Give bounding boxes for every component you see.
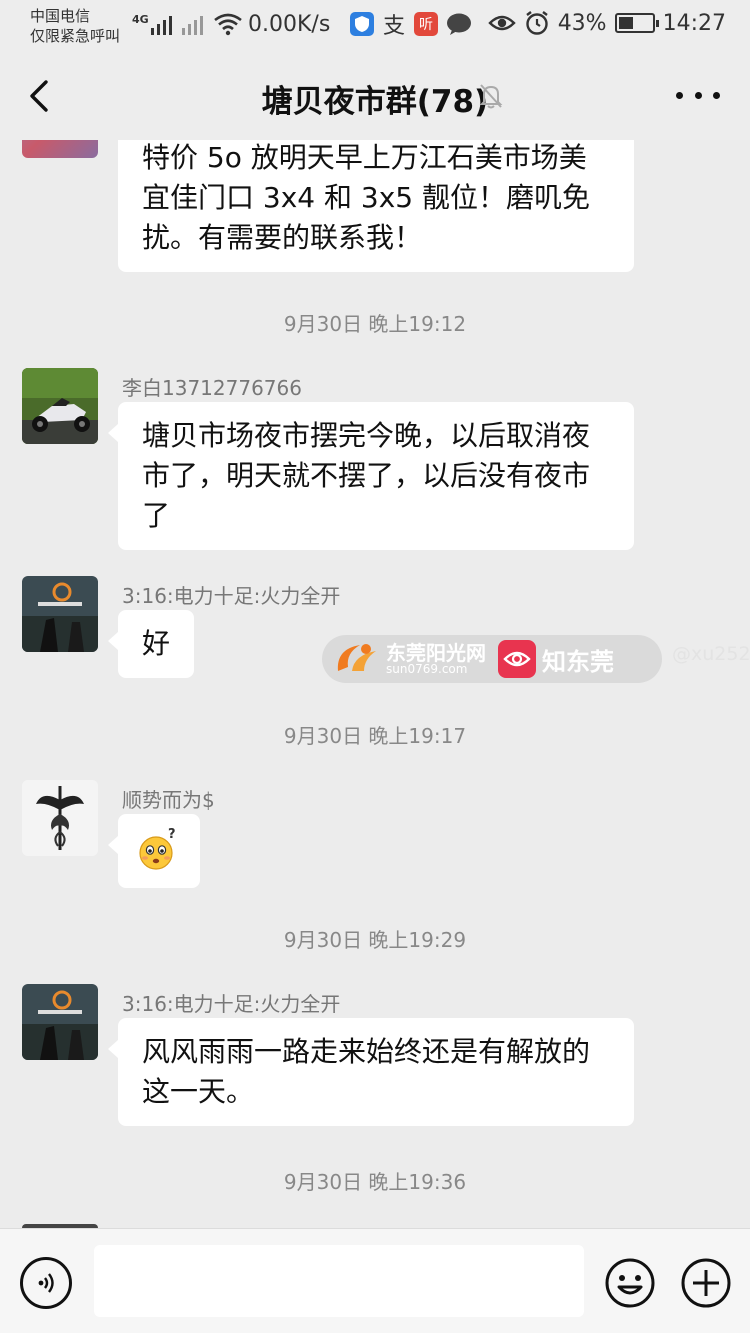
voice-icon (38, 1273, 54, 1293)
sun-logo-icon (337, 644, 376, 671)
message-list[interactable]: 特价 5o 放明天早上万江石美市场美宜佳门口 3x4 和 3x5 靓位！磨叽免扰… (0, 140, 750, 1228)
emoji-icon[interactable] (604, 1257, 656, 1309)
avatar[interactable] (22, 140, 98, 158)
wifi-icon (213, 13, 242, 36)
carrier-info: 中国电信 仅限紧急呼叫 (30, 6, 120, 46)
listen-app-icon: 听 (414, 12, 438, 36)
network-type-label: 4G (132, 12, 149, 26)
carrier-name: 中国电信 (30, 7, 91, 25)
sender-name: 李白13712776766 (122, 376, 302, 400)
shield-app-icon (350, 12, 374, 36)
game-cover-avatar-image (22, 576, 98, 652)
svg-text:?: ? (168, 827, 176, 842)
timestamp: 9月30日 晚上19:12 (283, 312, 467, 336)
motorcycle-avatar-image (22, 368, 98, 444)
voice-button[interactable] (20, 1257, 72, 1309)
timestamp: 9月30日 晚上19:36 (283, 1170, 467, 1194)
input-bar (0, 1228, 750, 1333)
watermark-name: 东莞阳光网 (386, 641, 486, 665)
avatar[interactable] (22, 984, 98, 1060)
message-text: 特价 5o 放明天早上万江石美市场美宜佳门口 3x4 和 3x5 靓位！磨叽免扰… (142, 141, 591, 254)
message-bubble[interactable]: 风风雨雨一路走来始终还是有解放的这一天。 (108, 1018, 634, 1126)
confused-face-emoji-icon: ? (139, 827, 176, 870)
sticker-bubble[interactable]: ? (108, 814, 200, 888)
signal-no-service-icon (181, 13, 203, 35)
watermark: 东莞阳光网 sun0769.com 知东莞 (322, 635, 662, 683)
dragon-emblem-avatar-image (22, 780, 98, 856)
battery-percent: 43% (557, 10, 607, 36)
alipay-icon: 支 (382, 14, 405, 39)
status-bar: 中国电信 仅限紧急呼叫 4G 0.00K/s 支 听 43% 14:27 (0, 0, 750, 52)
sender-name: 3:16:电力十足:火力全开 (122, 992, 341, 1016)
sender-name: 顺势而为$ (122, 788, 215, 812)
message-text: 好 (142, 627, 171, 660)
chat-header: 塘贝夜市群(78) (0, 52, 750, 140)
signal-icons: 4G (132, 12, 243, 36)
page-title: 塘贝夜市群(78) (261, 84, 489, 120)
avatar[interactable] (22, 368, 98, 444)
battery-icon (614, 13, 659, 33)
status-right: 43% 14:27 (487, 10, 726, 36)
avatar[interactable] (22, 780, 98, 856)
notification-icons: 支 听 (350, 12, 472, 39)
message-input[interactable] (94, 1245, 584, 1317)
watermark-url: sun0769.com (386, 662, 468, 676)
watermark-brand: 知东莞 (542, 647, 614, 676)
message-bubble[interactable]: 塘贝市场夜市摆完今晚，以后取消夜市了，明天就不摆了，以后没有夜市了 (108, 402, 634, 550)
bell-off-icon (479, 84, 503, 109)
eye-icon (487, 15, 516, 31)
sender-name: 3:16:电力十足:火力全开 (122, 584, 341, 608)
watermark-handle: @xu2525 (672, 643, 750, 665)
emergency-only-label: 仅限紧急呼叫 (30, 27, 121, 45)
clock: 14:27 (662, 10, 726, 36)
net-speed: 0.00K/s (248, 12, 331, 37)
message-bubble[interactable]: 特价 5o 放明天早上万江石美市场美宜佳门口 3x4 和 3x5 靓位！磨叽免扰… (118, 140, 634, 272)
game-cover-avatar-image (22, 984, 98, 1060)
avatar[interactable] (22, 576, 98, 652)
message-bubble[interactable]: 好 (107, 610, 195, 678)
message-text: 风风雨雨一路走来始终还是有解放的这一天。 (142, 1035, 591, 1108)
eye-logo-icon (498, 640, 536, 678)
timestamp: 9月30日 晚上19:29 (283, 928, 467, 952)
more-dots-icon (676, 91, 683, 99)
alarm-clock-icon (525, 11, 548, 35)
more-options-button[interactable] (676, 80, 720, 110)
message-text: 塘贝市场夜市摆完今晚，以后取消夜市了，明天就不摆了，以后没有夜市了 (142, 419, 591, 532)
plus-icon[interactable] (680, 1257, 732, 1309)
signal-strength-icon (150, 13, 172, 35)
message-bubble-icon (447, 13, 471, 35)
timestamp: 9月30日 晚上19:17 (283, 724, 467, 748)
